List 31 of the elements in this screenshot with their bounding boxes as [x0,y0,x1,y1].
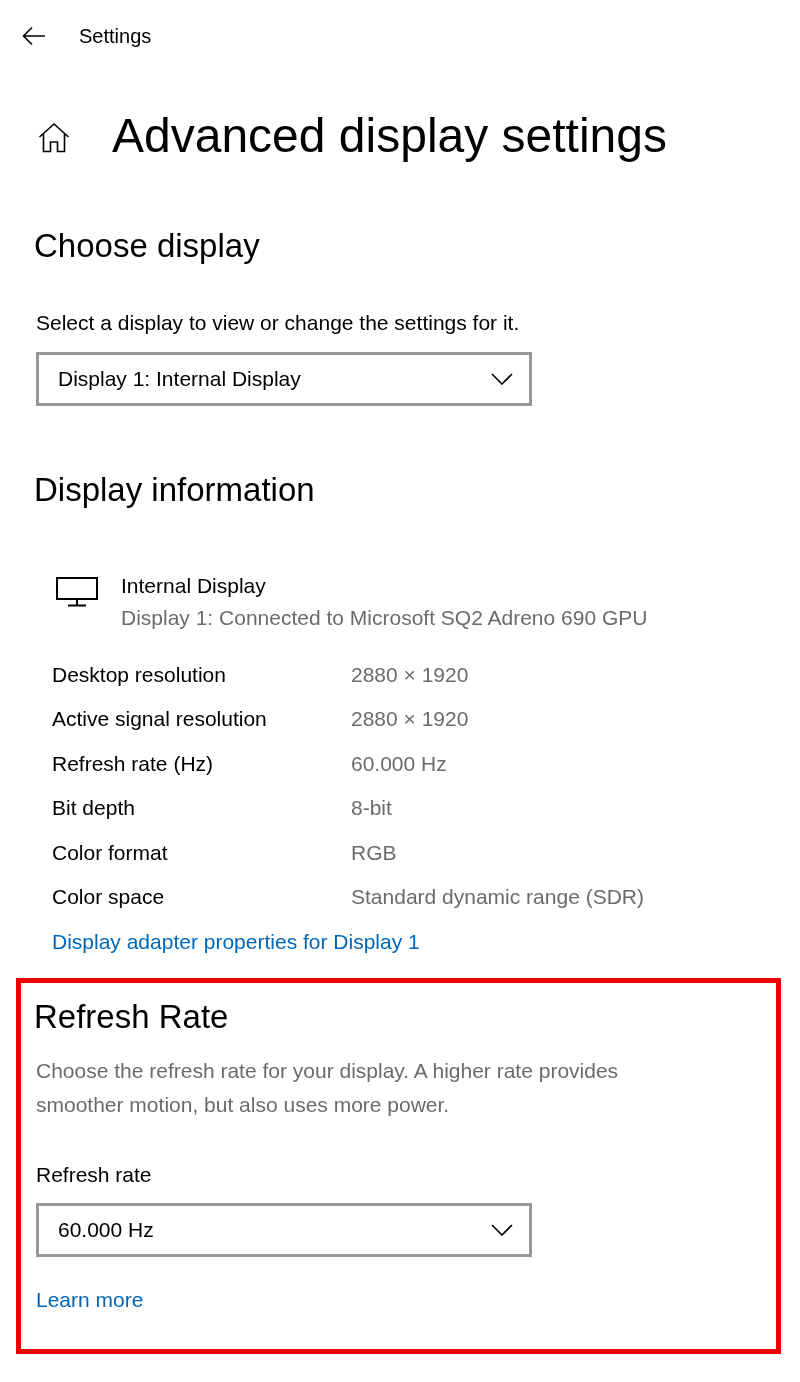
info-label: Desktop resolution [52,661,227,688]
adapter-properties-link[interactable]: Display adapter properties for Display 1 [52,925,420,957]
page-title: Advanced display settings [112,108,667,164]
field-label: Refresh rate [36,1161,153,1188]
info-value: 2880 × 1920 [351,706,469,732]
monitor-icon [56,577,98,607]
info-label: Color space [52,884,166,910]
info-value: 2880 × 1920 [351,661,469,688]
home-icon[interactable] [38,121,70,153]
back-icon[interactable] [22,26,46,46]
section-heading: Choose display [34,227,261,265]
display-dropdown[interactable]: Display 1: Internal Display [36,352,532,406]
info-value: Standard dynamic range (SDR) [351,884,644,910]
section-heading: Display information [34,471,316,509]
section-description: Choose the refresh rate for your display. A higher rate provides smoother motion, but also uses more power. [36,1057,620,1118]
info-label: Color format [52,839,169,866]
instruction-text: Select a display to view or change the settings for it. [36,310,521,336]
chevron-down-icon [491,373,513,385]
info-value: 8-bit [351,795,392,821]
info-label: Active signal resolution [52,706,268,732]
info-value: 60.000 Hz [351,750,447,777]
chevron-down-icon [491,1223,513,1236]
display-description: Display 1: Connected to Microsoft SQ2 Adreno 690 GPU [121,605,648,631]
info-label: Refresh rate (Hz) [52,750,215,777]
section-heading: Refresh Rate [34,997,230,1036]
info-label: Bit depth [52,795,136,821]
info-value: RGB [351,839,397,866]
display-name: Internal Display [121,573,267,599]
learn-more-link[interactable]: Learn more [36,1287,144,1311]
header-title: Settings [79,24,152,49]
refresh-rate-dropdown[interactable]: 60.000 Hz [36,1202,532,1257]
